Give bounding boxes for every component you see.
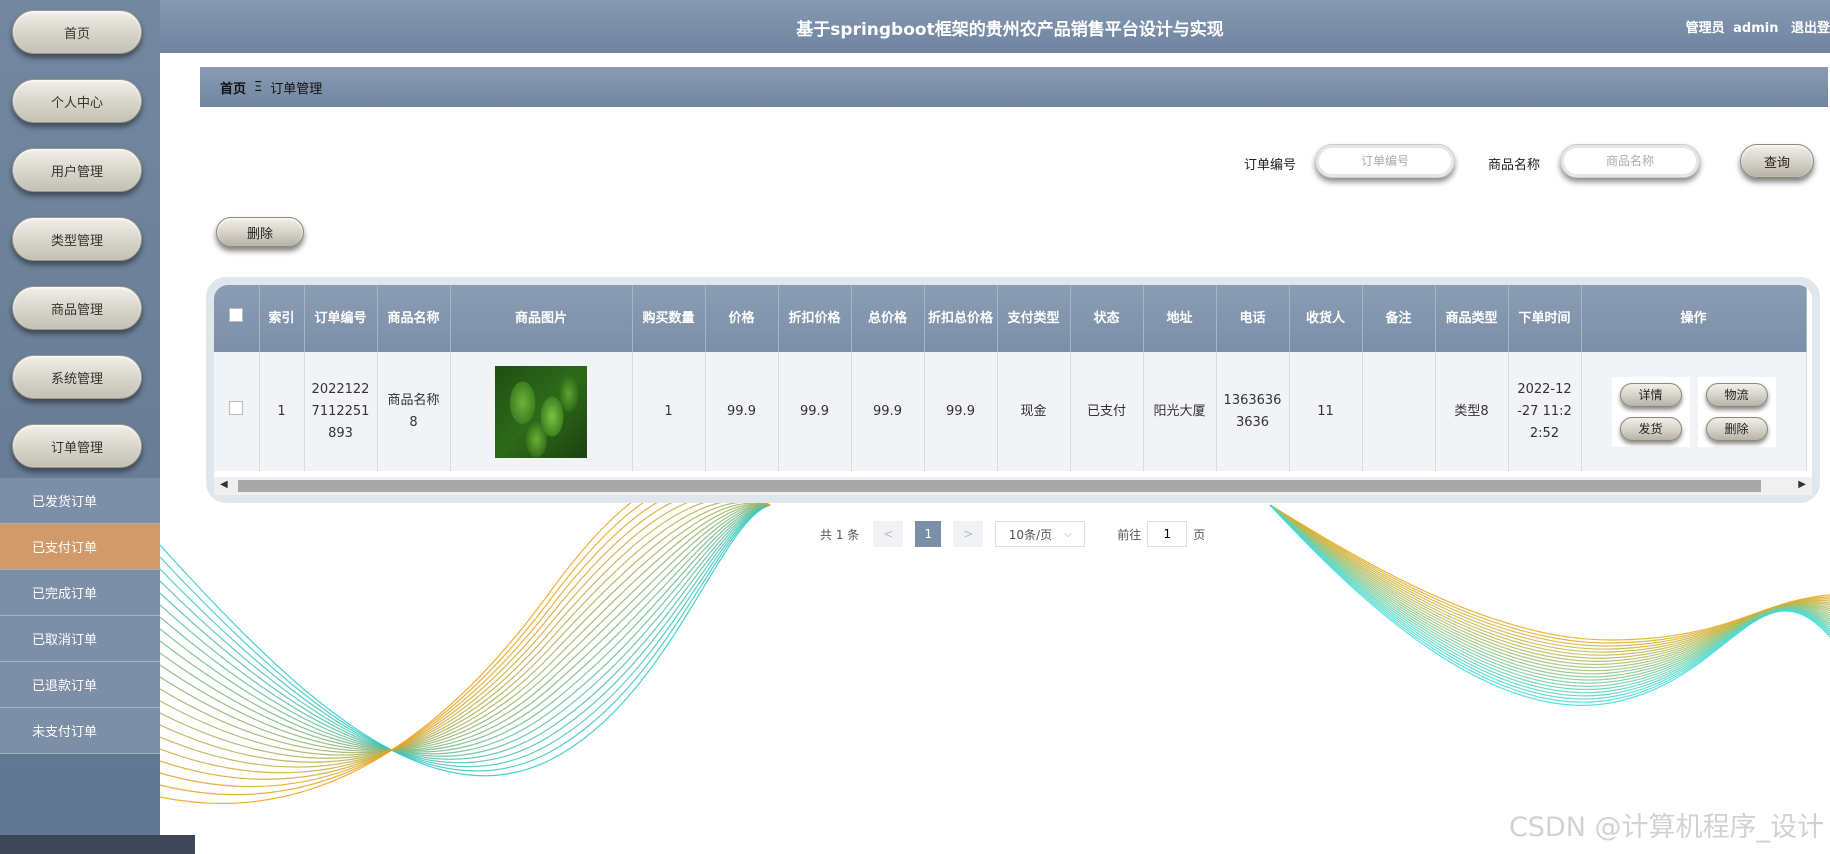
total-count: 共 1 条	[820, 527, 860, 542]
prev-page-button[interactable]: <	[873, 521, 904, 547]
cell-price: 99.9	[705, 352, 779, 471]
submenu-completed-orders[interactable]: 已完成订单	[0, 570, 160, 616]
sidebar-item-types[interactable]: 类型管理	[12, 217, 142, 261]
cell-discount-total: 99.9	[924, 352, 998, 471]
cell-receiver: 11	[1289, 352, 1363, 471]
submenu-shipped-orders[interactable]: 已发货订单	[0, 478, 160, 524]
submenu-refunded-orders[interactable]: 已退款订单	[0, 662, 160, 708]
scrollbar-thumb[interactable]	[238, 480, 1761, 492]
row-checkbox[interactable]	[229, 400, 244, 415]
sidebar-item-users[interactable]: 用户管理	[12, 148, 142, 192]
select-all-checkbox[interactable]	[229, 307, 244, 322]
goto-label: 前往	[1117, 527, 1142, 542]
chevron-down-icon: ⌵	[1064, 528, 1072, 540]
sidebar-item-profile[interactable]: 个人中心	[12, 79, 142, 123]
column-header: 总价格	[851, 285, 925, 352]
column-header: 折扣总价格	[924, 285, 998, 352]
cell-address: 阳光大厦	[1143, 352, 1217, 471]
order-table: 索引 订单编号 商品名称 商品图片 购买数量 价格 折扣价格 总价格 折扣总价格…	[214, 285, 1807, 471]
submenu-paid-orders[interactable]: 已支付订单	[0, 524, 160, 570]
header-bar: 基于springboot框架的贵州农产品销售平台设计与实现 管理员 admin …	[160, 0, 1830, 53]
product-name-label: 商品名称	[1488, 158, 1541, 173]
order-table-container: 索引 订单编号 商品名称 商品图片 购买数量 价格 折扣价格 总价格 折扣总价格…	[206, 277, 1820, 503]
user-role: 管理员	[1685, 21, 1725, 36]
column-header: 下单时间	[1508, 285, 1582, 352]
sidebar-item-orders[interactable]: 订单管理	[12, 424, 142, 468]
horizontal-scrollbar[interactable]: ◀ ▶	[214, 477, 1812, 495]
sidebar-item-system[interactable]: 系统管理	[12, 355, 142, 399]
product-name-input[interactable]	[1560, 144, 1700, 178]
cell-pay-type: 现金	[997, 352, 1071, 471]
app-title: 基于springboot框架的贵州农产品销售平台设计与实现	[796, 20, 1224, 40]
column-header: 地址	[1143, 285, 1217, 352]
column-header: 订单编号	[304, 285, 378, 352]
column-header: 电话	[1216, 285, 1290, 352]
breadcrumb-separator: Ξ	[254, 79, 263, 95]
orders-submenu: 已发货订单 已支付订单 已完成订单 已取消订单 已退款订单 未支付订单	[0, 478, 160, 754]
scroll-right-icon[interactable]: ▶	[1798, 479, 1806, 490]
column-header: 收货人	[1289, 285, 1363, 352]
cell-quantity: 1	[632, 352, 706, 471]
detail-button[interactable]: 详情	[1619, 382, 1682, 407]
breadcrumb: 首页 Ξ 订单管理	[200, 67, 1828, 107]
cell-total-price: 99.9	[851, 352, 925, 471]
column-header: 操作	[1581, 285, 1807, 352]
order-no-input[interactable]	[1315, 144, 1455, 178]
column-header: 购买数量	[632, 285, 706, 352]
row-select-cell	[214, 352, 260, 471]
column-header: 商品名称	[377, 285, 451, 352]
table-row: 1 20221227112251893 商品名称8 1 99.9 99.9 99…	[214, 352, 1807, 471]
cell-order-no: 20221227112251893	[304, 352, 378, 471]
column-header: 价格	[705, 285, 779, 352]
username: admin	[1733, 21, 1779, 36]
query-button[interactable]: 查询	[1740, 144, 1814, 178]
column-header: 状态	[1070, 285, 1144, 352]
delete-selected-button[interactable]: 删除	[216, 217, 304, 247]
watermark: CSDN @计算机程序_设计	[1508, 812, 1824, 843]
submenu-unpaid-orders[interactable]: 未支付订单	[0, 708, 160, 754]
cell-actions: 详情 发货 物流 删除	[1581, 352, 1807, 471]
breadcrumb-home[interactable]: 首页	[220, 78, 246, 97]
cell-phone: 13636363636	[1216, 352, 1290, 471]
breadcrumb-current: 订单管理	[270, 81, 323, 97]
cell-order-time: 2022-12-27 11:22:52	[1508, 352, 1582, 471]
column-header: 索引	[259, 285, 305, 352]
pagination: 共 1 条 < 1 > 10条/页 ⌵ 前往 页	[820, 521, 1205, 547]
cell-status: 已支付	[1070, 352, 1144, 471]
column-header: 商品类型	[1435, 285, 1509, 352]
page-number-button[interactable]: 1	[915, 521, 942, 547]
logout-link[interactable]: 退出登	[1791, 21, 1830, 36]
ship-button[interactable]: 发货	[1619, 416, 1682, 441]
column-header: 商品图片	[450, 285, 633, 352]
page-size-select[interactable]: 10条/页 ⌵	[995, 521, 1086, 547]
sidebar: 首页 个人中心 用户管理 类型管理 商品管理 系统管理 订单管理 已发货订单 已…	[0, 0, 195, 854]
sidebar-footer	[0, 835, 195, 854]
product-image	[495, 365, 587, 458]
cell-product-image	[450, 352, 633, 471]
page-size-value: 10条/页	[1008, 527, 1053, 542]
user-info: 管理员 admin 退出登	[1686, 17, 1830, 36]
cell-product-name: 商品名称8	[377, 352, 451, 471]
select-all-cell	[214, 285, 260, 352]
column-header: 备注	[1362, 285, 1436, 352]
cell-product-type: 类型8	[1435, 352, 1509, 471]
scroll-left-icon[interactable]: ◀	[220, 479, 228, 490]
logistics-button[interactable]: 物流	[1705, 382, 1768, 407]
order-no-label: 订单编号	[1244, 158, 1297, 173]
goto-page-input[interactable]	[1147, 521, 1188, 547]
sidebar-item-home[interactable]: 首页	[12, 10, 142, 54]
page-unit-label: 页	[1193, 527, 1206, 542]
column-header: 支付类型	[997, 285, 1071, 352]
sidebar-item-products[interactable]: 商品管理	[12, 286, 142, 330]
table-header-row: 索引 订单编号 商品名称 商品图片 购买数量 价格 折扣价格 总价格 折扣总价格…	[214, 285, 1807, 352]
column-header: 折扣价格	[778, 285, 852, 352]
submenu-cancelled-orders[interactable]: 已取消订单	[0, 616, 160, 662]
next-page-button[interactable]: >	[953, 521, 984, 547]
cell-index: 1	[259, 352, 305, 471]
delete-row-button[interactable]: 删除	[1705, 416, 1768, 441]
cell-discount-price: 99.9	[778, 352, 852, 471]
cell-remark	[1362, 352, 1436, 471]
